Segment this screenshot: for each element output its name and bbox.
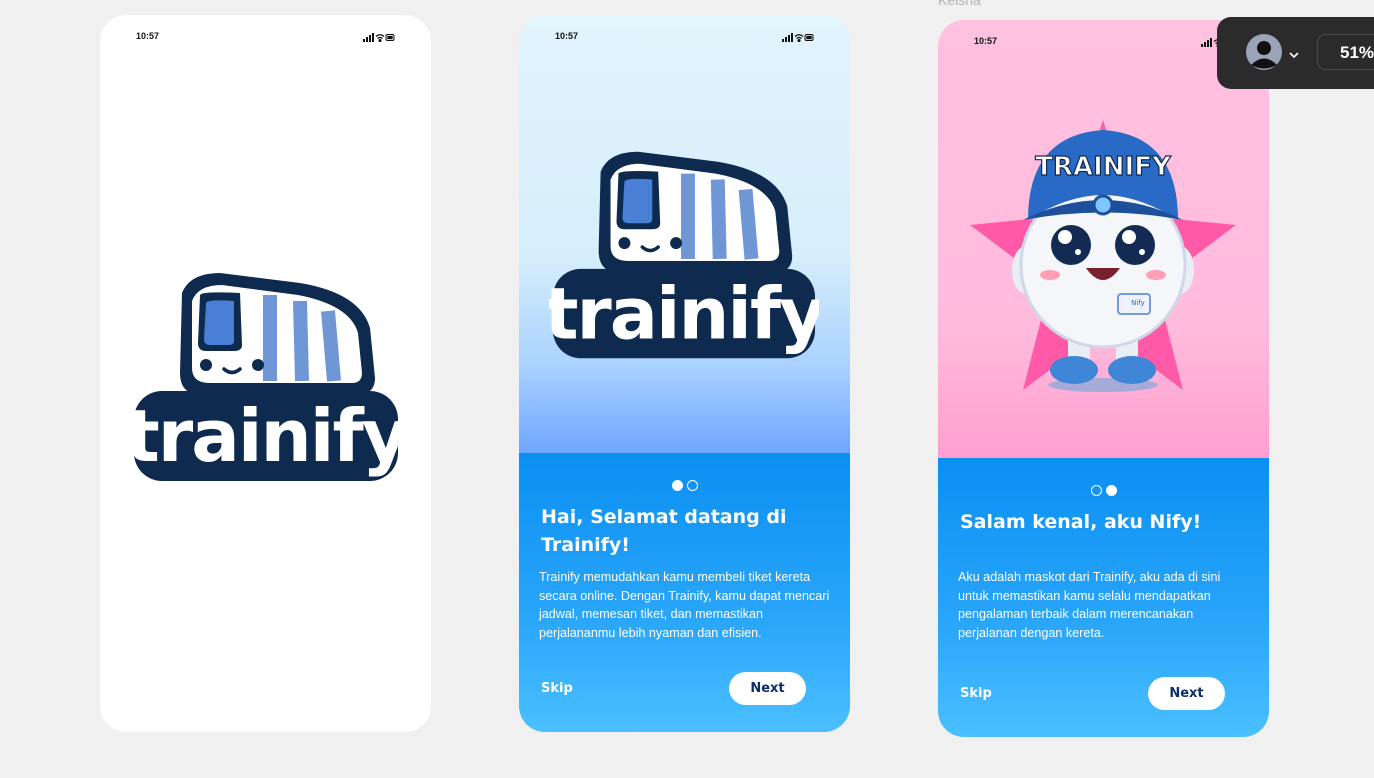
signal-icon (1201, 38, 1212, 47)
chevron-down-icon[interactable] (1289, 46, 1299, 64)
skip-button[interactable]: Skip (960, 686, 992, 701)
onboarding-title: Salam kenal, aku Nify! (960, 511, 1202, 533)
signal-icon (782, 33, 793, 42)
logo-wordmark: trainify (130, 394, 402, 478)
splash-screen: 10:57 trainify (100, 15, 431, 732)
hero-area: 10:57 (938, 20, 1269, 458)
skip-button[interactable]: Skip (541, 681, 573, 696)
next-button[interactable]: Next (1148, 677, 1225, 710)
status-bar: 10:57 (100, 15, 431, 55)
battery-icon (385, 34, 395, 41)
user-avatar-icon[interactable] (1246, 34, 1282, 75)
page-dot-2[interactable] (686, 480, 698, 492)
page-dot-2[interactable] (1105, 485, 1117, 497)
mascot-badge-text: Nify (1131, 299, 1145, 307)
page-indicator (938, 482, 1269, 500)
nify-mascot-illustration: TRAINIFY Nify (970, 120, 1236, 392)
status-time: 10:57 (974, 36, 998, 46)
logo-wordmark: trainify (549, 272, 819, 355)
onboarding-screen-2: 10:57 TRAINIFY Nify Salam kenal, aku Nif… (938, 20, 1269, 737)
status-time: 10:57 (136, 31, 160, 41)
page-indicator (519, 477, 850, 495)
zoom-toolbar: 51% (1217, 17, 1374, 89)
onboarding-description: Trainify memudahkan kamu membeli tiket k… (539, 570, 830, 640)
battery-icon (804, 34, 814, 41)
zoom-level-field[interactable]: 51% (1317, 34, 1374, 70)
status-time: 10:57 (555, 31, 579, 41)
trainify-logo: trainify (130, 273, 402, 481)
wifi-icon (375, 34, 385, 43)
trainify-logo: trainify (549, 151, 819, 359)
mascot-cap-text: TRAINIFY (1035, 152, 1172, 182)
frame-label: Keisha (938, 0, 981, 8)
hero-area: 10:57 (519, 15, 850, 453)
signal-icon (363, 33, 374, 42)
next-button[interactable]: Next (729, 672, 806, 705)
wifi-icon (794, 34, 804, 43)
content-panel: Hai, Selamat datang di Trainify! Trainif… (519, 453, 850, 732)
onboarding-description: Aku adalah maskot dari Trainify, aku ada… (958, 570, 1221, 640)
zoom-level-value: 51% (1340, 43, 1374, 62)
content-panel: Salam kenal, aku Nify! Aku adalah maskot… (938, 458, 1269, 737)
onboarding-title: Hai, Selamat datang di Trainify! (541, 506, 787, 556)
onboarding-screen-1: 10:57 trainify Hai, Selamat datang di Tr… (519, 15, 850, 732)
page-dot-1[interactable] (1090, 485, 1102, 497)
page-dot-1[interactable] (671, 480, 683, 492)
status-icons (782, 29, 814, 47)
status-bar: 10:57 (519, 15, 850, 55)
status-icons (363, 29, 395, 47)
